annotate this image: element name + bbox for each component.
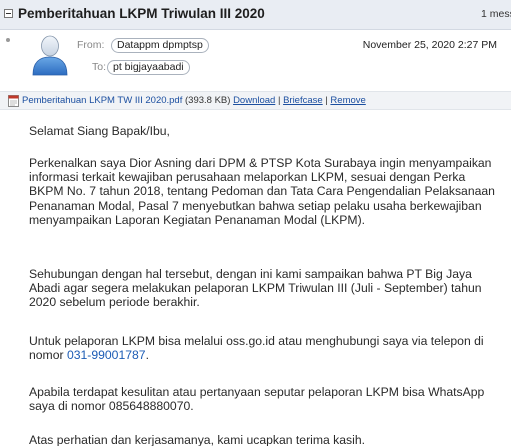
email-paragraph-whatsapp: Apabila terdapat kesulitan atau pertanya… — [29, 385, 485, 414]
email-paragraph-intro: Perkenalkan saya Dior Asning dari DPM & … — [29, 156, 495, 227]
attachment-file-name[interactable]: Pemberitahuan LKPM TW III 2020.pdf — [22, 95, 182, 106]
contact-suffix: . — [145, 348, 149, 363]
collapse-minus-icon[interactable] — [4, 9, 13, 18]
message-header-bar: Pemberitahuan LKPM Triwulan III 2020 1 m… — [0, 0, 511, 30]
separator: | — [277, 95, 281, 106]
remove-link[interactable]: Remove — [330, 95, 365, 106]
download-link[interactable]: Download — [233, 95, 275, 106]
user-avatar-icon — [32, 35, 68, 76]
message-meta: From: Datappm dpmptsp To: pt bigjayaabad… — [0, 31, 511, 86]
separator: | — [325, 95, 328, 106]
from-label: From: — [77, 39, 105, 51]
attachment-size: (393.8 KB) — [185, 95, 231, 106]
pdf-file-icon — [8, 95, 19, 107]
bullet-icon — [6, 38, 10, 42]
message-subject: Pemberitahuan LKPM Triwulan III 2020 — [18, 6, 265, 21]
email-closing: Atas perhatian dan kerjasamanya, kami uc… — [29, 433, 366, 446]
to-label: To: — [92, 61, 107, 73]
to-recipient-pill[interactable]: pt bigjayaabadi — [107, 60, 190, 75]
email-paragraph-notice: Sehubungan dengan hal tersebut, dengan i… — [29, 267, 482, 310]
email-paragraph-contact: Untuk pelaporan LKPM bisa melalui oss.go… — [29, 334, 499, 362]
from-sender-pill[interactable]: Datappm dpmptsp — [111, 38, 209, 53]
attachment-row: Pemberitahuan LKPM TW III 2020.pdf (393.… — [0, 91, 511, 110]
email-greeting: Selamat Siang Bapak/Ibu, — [29, 124, 170, 138]
phone-link[interactable]: 031-99001787 — [67, 348, 146, 362]
attachment-info: Pemberitahuan LKPM TW III 2020.pdf (393.… — [22, 95, 366, 106]
briefcase-link[interactable]: Briefcase — [283, 95, 323, 106]
message-count: 1 messa — [481, 8, 511, 20]
message-date: November 25, 2020 2:27 PM — [362, 39, 497, 51]
